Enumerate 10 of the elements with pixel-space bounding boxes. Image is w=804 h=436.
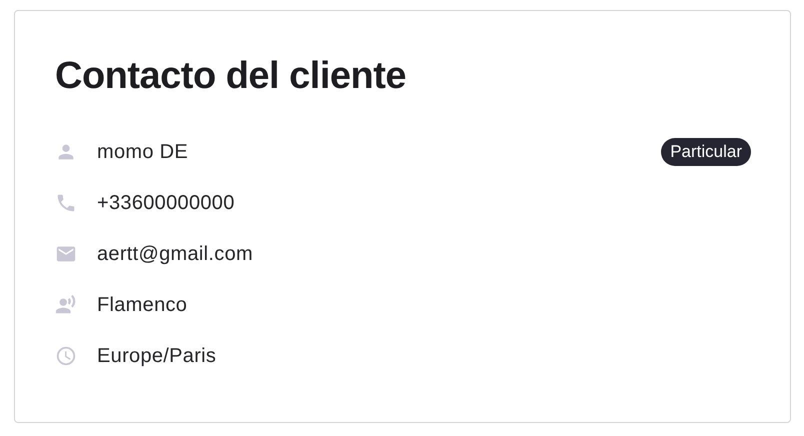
card-title: Contacto del cliente	[55, 54, 408, 99]
contact-detail: Flamenco	[97, 294, 188, 316]
contact-detail: aertt@gmail.com	[97, 242, 253, 266]
contact-detail: Europe/Paris	[97, 344, 216, 368]
contact-detail: +33600000000	[97, 192, 235, 214]
clock-icon	[55, 345, 77, 367]
speaking-person-icon	[55, 294, 77, 316]
phone-icon	[55, 192, 77, 214]
contact-detail: momo DE	[97, 140, 188, 164]
customer-type-badge: Particular	[661, 138, 751, 166]
